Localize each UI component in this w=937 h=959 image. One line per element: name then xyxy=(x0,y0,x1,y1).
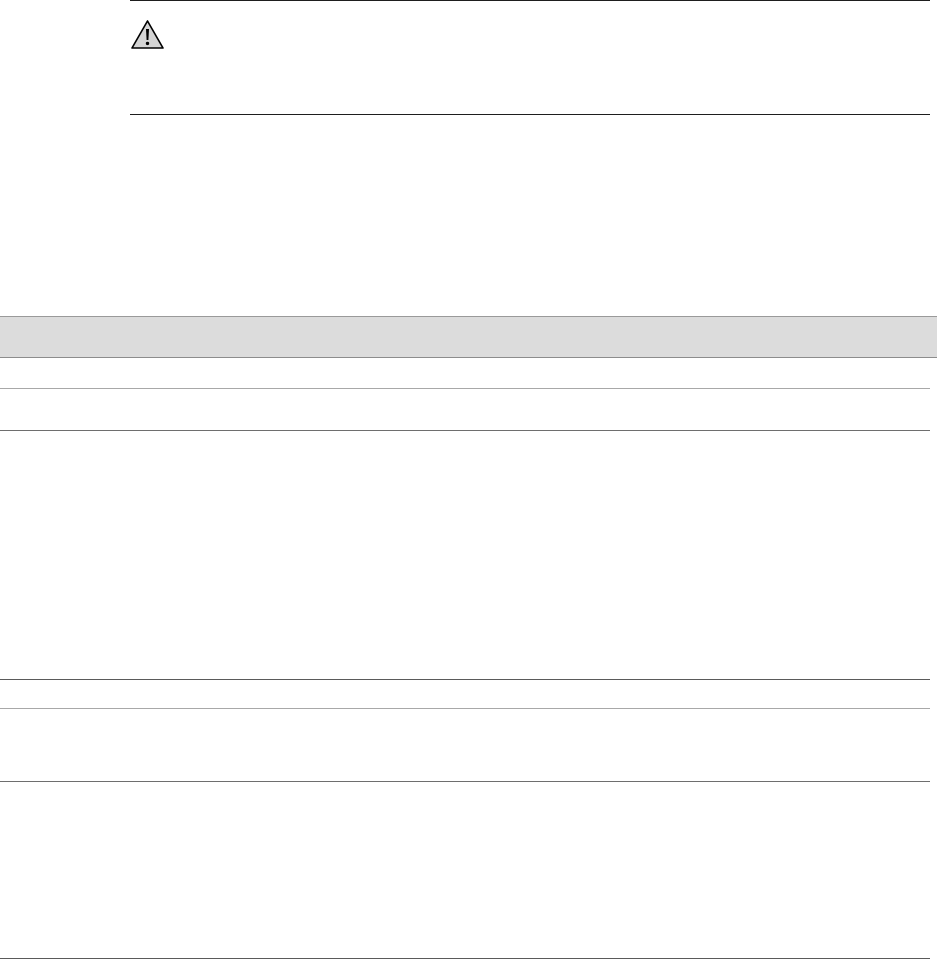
table-row xyxy=(0,389,930,431)
table-row xyxy=(0,680,930,709)
table-row xyxy=(0,782,930,959)
caution-bottom-rule xyxy=(130,114,930,115)
caution-icon xyxy=(131,20,164,49)
table-row xyxy=(0,709,930,782)
table-row xyxy=(0,358,930,389)
table-row xyxy=(0,431,930,680)
caution-top-rule xyxy=(130,0,930,1)
table-header-row xyxy=(0,316,937,358)
document-table xyxy=(0,316,937,959)
